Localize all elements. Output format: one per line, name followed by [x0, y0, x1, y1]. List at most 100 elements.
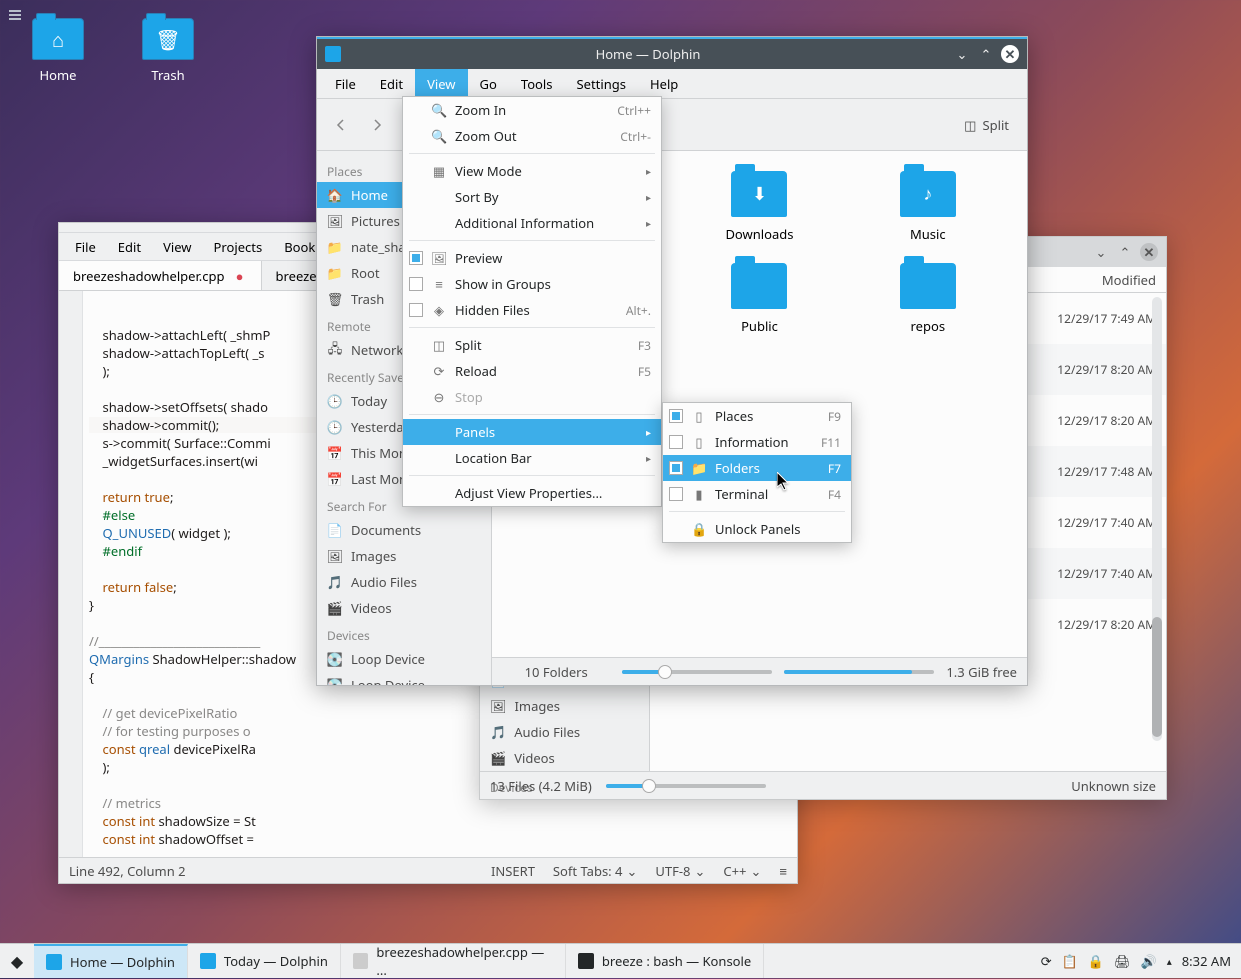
menu-sort-by[interactable]: Sort By▸: [403, 184, 661, 210]
taskbar-task[interactable]: breezeshadowhelper.cpp — ...: [341, 944, 566, 978]
menu-zoom-in[interactable]: 🔍Zoom InCtrl++: [403, 97, 661, 123]
download-icon: ⬇: [731, 171, 787, 217]
menu-reload[interactable]: ⟳ReloadF5: [403, 358, 661, 384]
split-label: Split: [982, 116, 1009, 134]
minimize-button[interactable]: ⌄: [1092, 243, 1110, 261]
sidebar-item-device[interactable]: 💽Loop Device: [317, 646, 491, 672]
sidebar-item-videos[interactable]: 🎬Videos: [317, 595, 491, 621]
folder-public[interactable]: Public: [680, 263, 838, 335]
folder-icon: [200, 953, 216, 969]
split-view-button[interactable]: ◫ Split: [954, 109, 1019, 141]
taskbar-task[interactable]: breeze : bash — Konsole: [566, 944, 764, 978]
sidebar-item-documents[interactable]: 📄Documents: [317, 517, 491, 543]
taskbar-task[interactable]: Today — Dolphin: [188, 944, 341, 978]
nav-forward-button[interactable]: [361, 109, 393, 141]
document-icon: 📄: [327, 522, 343, 538]
editor-statusbar: Line 492, Column 2 INSERT Soft Tabs: 4⌄ …: [59, 857, 797, 883]
taskbar-task[interactable]: Home — Dolphin: [34, 944, 188, 978]
submenu-information[interactable]: ▯InformationF11: [663, 429, 851, 455]
scrollbar-thumb[interactable]: [1152, 617, 1162, 737]
menu-zoom-out[interactable]: 🔍Zoom OutCtrl+-: [403, 123, 661, 149]
checkbox-icon: [409, 277, 423, 291]
menu-panels[interactable]: Panels▸: [403, 419, 661, 445]
tab-label: breezeshadowhelper.cpp: [73, 267, 225, 285]
folder-music[interactable]: ♪Music: [849, 171, 1007, 243]
maximize-button[interactable]: ⌃: [977, 45, 995, 63]
submenu-unlock[interactable]: 🔒Unlock Panels: [663, 516, 851, 542]
folder-repos[interactable]: repos: [849, 263, 1007, 335]
menu-adjust-properties[interactable]: Adjust View Properties...: [403, 480, 661, 506]
editor-tab[interactable]: breezeshadowhelper.cpp ●: [59, 261, 262, 290]
menu-help[interactable]: Help: [638, 69, 690, 98]
submenu-terminal[interactable]: ▮TerminalF4: [663, 481, 851, 507]
scrollbar[interactable]: [1152, 297, 1162, 741]
folder-icon: [325, 46, 341, 62]
close-icon[interactable]: ●: [233, 269, 247, 283]
insert-mode[interactable]: INSERT: [491, 862, 535, 880]
close-button[interactable]: ✕: [1140, 243, 1158, 261]
sidebar-item[interactable]: 🖼Images: [480, 693, 649, 719]
menu-settings[interactable]: Settings: [565, 69, 638, 98]
submenu-places[interactable]: ▯PlacesF9: [663, 403, 851, 429]
lock-icon[interactable]: 🔒: [1088, 952, 1104, 970]
update-icon[interactable]: ⟳: [1041, 952, 1052, 970]
lock-icon: 🔒: [691, 520, 707, 538]
system-tray: ⟳ 📋 🔒 🖨 🔊 ▴ 8:32 AM: [1031, 944, 1241, 978]
menu-go[interactable]: Go: [468, 69, 509, 98]
editor-menu-projects[interactable]: Projects: [204, 238, 273, 256]
close-button[interactable]: ✕: [1001, 45, 1019, 63]
reload-icon: ⟳: [431, 362, 447, 380]
titlebar[interactable]: Home — Dolphin ⌄ ⌃ ✕: [317, 39, 1027, 69]
minimize-button[interactable]: ⌄: [953, 45, 971, 63]
menu-additional-info[interactable]: Additional Information▸: [403, 210, 661, 236]
zoom-slider[interactable]: [606, 784, 766, 788]
checkbox-icon: [669, 487, 683, 501]
sidebar-item[interactable]: 🎵Audio Files: [480, 719, 649, 745]
desktop-icon-trash[interactable]: 🗑 Trash: [128, 18, 208, 84]
folder-downloads[interactable]: ⬇Downloads: [680, 171, 838, 243]
hamburger-icon[interactable]: ≡: [779, 862, 787, 880]
menu-location-bar[interactable]: Location Bar▸: [403, 445, 661, 471]
sidebar-item-device[interactable]: 💽Loop Device: [317, 672, 491, 685]
app-launcher-button[interactable]: ◆: [0, 944, 34, 978]
trash-icon: 🗑: [327, 291, 343, 307]
column-modified[interactable]: Modified: [1102, 271, 1156, 289]
menu-file[interactable]: File: [323, 69, 368, 98]
encoding[interactable]: UTF-8⌄: [655, 862, 705, 880]
menu-show-groups[interactable]: ≡Show in Groups: [403, 271, 661, 297]
audio-icon: 🎵: [490, 723, 506, 741]
language[interactable]: C++⌄: [723, 862, 761, 880]
editor-menu-file[interactable]: File: [65, 238, 106, 256]
checkbox-icon: [669, 435, 683, 449]
clipboard-icon[interactable]: 📋: [1062, 952, 1078, 970]
tabs-mode[interactable]: Soft Tabs: 4⌄: [553, 862, 637, 880]
submenu-folders[interactable]: 📁FoldersF7: [663, 455, 851, 481]
volume-icon[interactable]: 🔊: [1141, 952, 1157, 970]
editor-icon: [353, 953, 369, 969]
desktop-icon-home[interactable]: ⌂ Home: [18, 18, 98, 84]
zoom-slider[interactable]: [622, 670, 772, 674]
tray-expand-icon[interactable]: ▴: [1167, 954, 1172, 968]
menu-edit[interactable]: Edit: [368, 69, 415, 98]
nav-back-button[interactable]: [325, 109, 357, 141]
editor-menu-view[interactable]: View: [153, 238, 201, 256]
menu-view[interactable]: View: [415, 69, 467, 98]
disk-icon: 💽: [327, 651, 343, 667]
clock[interactable]: 8:32 AM: [1182, 952, 1231, 970]
editor-menu-edit[interactable]: Edit: [108, 238, 151, 256]
sidebar-item[interactable]: 🎬Videos: [480, 745, 649, 771]
sidebar-item-images[interactable]: 🖼Images: [317, 543, 491, 569]
menu-tools[interactable]: Tools: [509, 69, 565, 98]
statusbar: 13 Files (4.2 MiB) Unknown size: [480, 771, 1166, 799]
menu-preview[interactable]: 🖼Preview: [403, 245, 661, 271]
folder-count: 10 Folders: [525, 663, 588, 681]
free-space: 1.3 GiB free: [946, 663, 1017, 681]
maximize-button[interactable]: ⌃: [1116, 243, 1134, 261]
slider-thumb[interactable]: [658, 665, 672, 679]
file-count: 13 Files (4.2 MiB): [490, 777, 592, 795]
printer-icon[interactable]: 🖨: [1114, 952, 1131, 970]
menu-split[interactable]: ◫SplitF3: [403, 332, 661, 358]
menu-view-mode[interactable]: ▦View Mode▸: [403, 158, 661, 184]
menu-hidden-files[interactable]: ◈Hidden FilesAlt+.: [403, 297, 661, 323]
sidebar-item-audio[interactable]: 🎵Audio Files: [317, 569, 491, 595]
